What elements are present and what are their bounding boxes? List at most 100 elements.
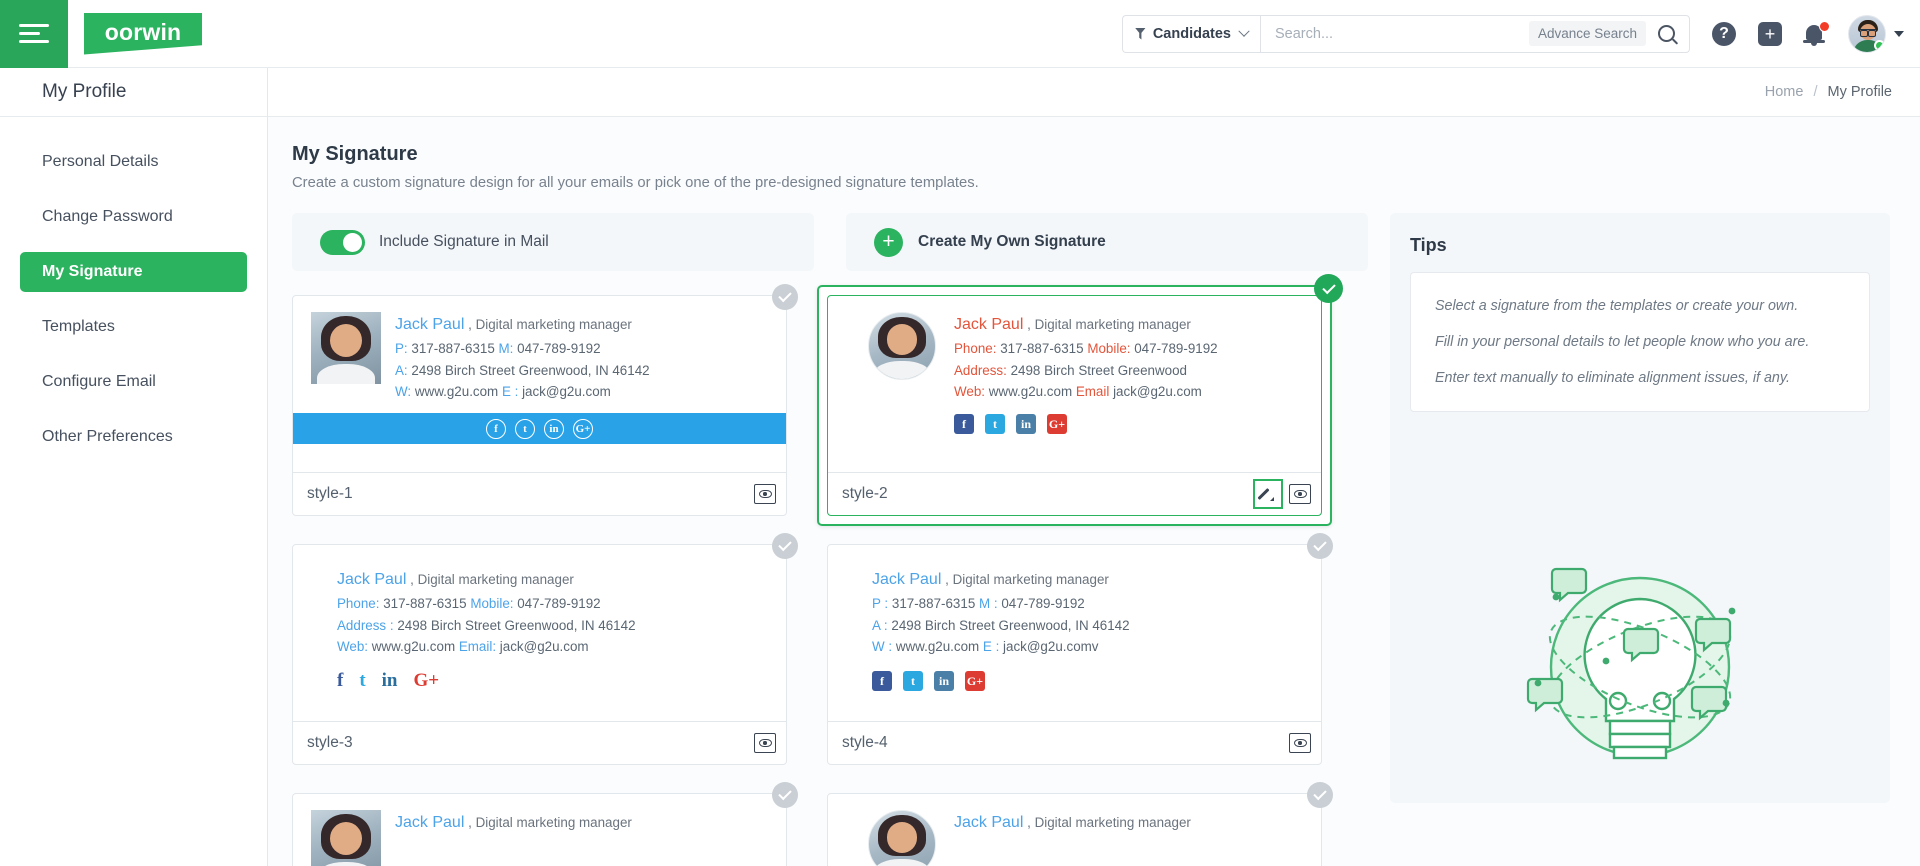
signature-role: Digital marketing manager: [1034, 815, 1191, 830]
signature-person: Jack Paul: [395, 814, 465, 831]
value-email: jack@g2u.com: [522, 384, 611, 400]
signature-text: Jack Paul , Digital marketing manager Ph…: [954, 312, 1303, 435]
signature-person: Jack Paul: [954, 814, 1024, 831]
signature-card[interactable]: Jack Paul , Digital marketing manager Ph…: [292, 544, 787, 765]
photo-face: [886, 822, 918, 853]
label-mobile: M :: [979, 595, 998, 611]
search-icon[interactable]: [1658, 25, 1675, 42]
value-phone: 317-887-6315: [411, 340, 495, 356]
logo-shape: oorwin: [84, 12, 202, 55]
search-input[interactable]: [1275, 25, 1529, 42]
signature-preview: Jack Paul , Digital marketing manager: [293, 794, 786, 866]
include-signature-toggle[interactable]: [320, 229, 365, 255]
signature-preview: Jack Paul , Digital marketing manager Ph…: [828, 296, 1321, 472]
notification-bell-icon[interactable]: [1803, 20, 1830, 46]
edit-signature-button[interactable]: [1253, 479, 1283, 509]
select-signature-checkbox[interactable]: [1307, 782, 1333, 808]
tips-panel: Tips Select a signature from the templat…: [1390, 213, 1890, 803]
oorwin-logo[interactable]: oorwin: [84, 12, 202, 55]
tips-column: Tips Select a signature from the templat…: [1390, 213, 1890, 866]
googleplus-icon[interactable]: G+: [573, 418, 593, 439]
select-signature-checkbox-selected[interactable]: [1314, 274, 1343, 303]
label-web: Web:: [954, 384, 986, 400]
advance-search-button[interactable]: Advance Search: [1528, 21, 1646, 46]
user-menu[interactable]: [1848, 14, 1904, 53]
preview-signature-icon[interactable]: [1289, 733, 1311, 753]
facebook-icon[interactable]: f: [954, 414, 974, 435]
breadcrumb: Home / My Profile: [1765, 84, 1892, 100]
signature-card[interactable]: Jack Paul , Digital marketing manager: [827, 793, 1322, 866]
googleplus-icon[interactable]: G+: [965, 671, 985, 692]
help-icon[interactable]: ?: [1712, 21, 1736, 46]
signature-name: style-3: [307, 734, 353, 751]
signature-card[interactable]: Jack Paul , Digital marketing manager: [292, 793, 787, 866]
signature-photo: [311, 810, 381, 866]
preview-signature-icon[interactable]: [754, 484, 776, 504]
social-row: f t in G+: [954, 414, 1303, 435]
facebook-icon[interactable]: f: [872, 671, 892, 692]
linkedin-icon[interactable]: in: [1016, 414, 1036, 435]
sidebar-item-configure-email[interactable]: Configure Email: [20, 362, 247, 402]
signature-name-line: Jack Paul , Digital marketing manager: [872, 567, 1303, 593]
preview-signature-icon[interactable]: [754, 733, 776, 753]
linkedin-icon[interactable]: in: [544, 418, 564, 439]
signature-card[interactable]: Jack Paul , Digital marketing manager P:…: [292, 295, 787, 516]
googleplus-icon[interactable]: G+: [1047, 414, 1067, 435]
sidebar-item-change-password[interactable]: Change Password: [20, 197, 247, 237]
label-address: Address:: [954, 362, 1007, 378]
twitter-icon[interactable]: t: [515, 418, 535, 439]
value-phone: 317-887-6315: [1000, 340, 1084, 356]
googleplus-icon[interactable]: G+: [414, 671, 440, 690]
select-signature-checkbox[interactable]: [1307, 533, 1333, 559]
twitter-icon[interactable]: t: [903, 671, 923, 692]
label-mobile: Mobile:: [470, 595, 514, 611]
linkedin-icon[interactable]: in: [934, 671, 954, 692]
search-entity-dropdown[interactable]: Candidates: [1121, 14, 1260, 53]
breadcrumb-home[interactable]: Home: [1765, 84, 1804, 100]
section-title: My Signature: [292, 143, 418, 165]
signature-body: Jack Paul , Digital marketing manager: [846, 810, 1303, 866]
select-signature-checkbox[interactable]: [772, 284, 798, 310]
sidebar-item-my-signature[interactable]: My Signature: [20, 252, 247, 292]
signature-address-line: A: 2498 Birch Street Greenwood, IN 46142: [395, 360, 768, 382]
signature-web-line: W: www.g2u.com E : jack@g2u.com: [395, 381, 768, 403]
label-web: Web:: [337, 639, 369, 655]
signature-web-line: W : www.g2u.com E : jack@g2u.comv: [872, 636, 1303, 658]
value-mobile: 047-789-9192: [1001, 595, 1085, 611]
page-title: My Profile: [0, 67, 268, 117]
label-phone: P :: [872, 595, 889, 611]
add-icon[interactable]: +: [1758, 21, 1782, 46]
tip-line: Enter text manually to eliminate alignme…: [1435, 370, 1790, 387]
sidebar-item-other-preferences[interactable]: Other Preferences: [20, 417, 247, 457]
signature-name-line: Jack Paul , Digital marketing manager: [337, 567, 768, 593]
facebook-icon[interactable]: f: [337, 671, 343, 690]
signature-body: Jack Paul , Digital marketing manager P:…: [311, 312, 768, 403]
check-icon: [778, 786, 792, 801]
preview-signature-icon[interactable]: [1289, 484, 1311, 504]
tips-title: Tips: [1410, 235, 1447, 255]
signature-slot: Jack Paul , Digital marketing manager: [292, 782, 798, 866]
signature-card[interactable]: Jack Paul , Digital marketing manager Ph…: [827, 295, 1322, 516]
photo-body: [316, 363, 376, 384]
breadcrumb-current: My Profile: [1827, 84, 1892, 100]
signature-photo: [868, 810, 936, 866]
section-subtitle: Create a custom signature design for all…: [292, 175, 979, 191]
facebook-icon[interactable]: f: [486, 418, 506, 439]
tip-line: Select a signature from the templates or…: [1435, 298, 1799, 314]
select-signature-checkbox[interactable]: [772, 533, 798, 559]
value-phone: 317-887-6315: [891, 595, 976, 611]
eye-icon: [758, 490, 772, 498]
signature-card[interactable]: Jack Paul , Digital marketing manager P …: [827, 544, 1322, 765]
hamburger-menu-icon[interactable]: [0, 0, 68, 68]
signature-grid: Jack Paul , Digital marketing manager P:…: [292, 274, 1368, 866]
select-signature-checkbox[interactable]: [772, 782, 798, 808]
create-own-signature-card[interactable]: + Create My Own Signature: [846, 213, 1368, 271]
sidebar-item-personal-details[interactable]: Personal Details: [20, 142, 247, 182]
signature-photo: [868, 312, 936, 380]
create-own-signature-label: Create My Own Signature: [918, 233, 1106, 250]
twitter-icon[interactable]: t: [359, 671, 365, 690]
linkedin-icon[interactable]: in: [382, 671, 398, 690]
twitter-icon[interactable]: t: [985, 414, 1005, 435]
check-icon: [1313, 786, 1327, 801]
sidebar-item-templates[interactable]: Templates: [20, 307, 247, 347]
